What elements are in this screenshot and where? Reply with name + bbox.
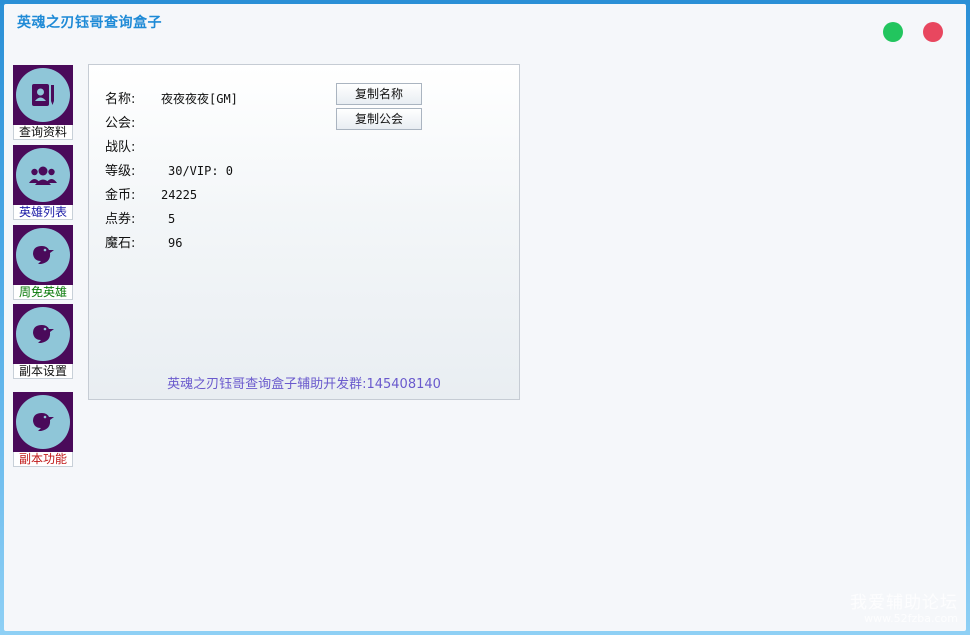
name-label: 名称: (105, 92, 136, 107)
gold-value: 24225 (161, 188, 198, 202)
minimize-button[interactable] (883, 22, 903, 42)
sidebar-item-label: 周免英雄 (13, 285, 73, 300)
app-window: 英魂之刃钰哥查询盒子 查询资料 英雄列表 周免英雄 副本设置 副本功能 名称: … (4, 4, 966, 631)
team-row: 战队: (105, 136, 161, 155)
coupon-row: 点券: 5 (105, 208, 175, 227)
bird-icon (16, 395, 70, 449)
gold-row: 金币: 24225 (105, 184, 197, 203)
level-row: 等级: 30/VIP: 0 (105, 160, 233, 179)
dev-group-footer: 英魂之刃钰哥查询盒子辅助开发群:145408140 (167, 377, 441, 392)
level-value: 30/VIP: 0 (168, 164, 234, 178)
guild-row: 公会: (105, 112, 161, 131)
coupon-value: 5 (168, 212, 176, 226)
name-value: 夜夜夜夜[GM] (161, 92, 238, 106)
forum-watermark: 我爱辅助论坛 www.52fzba.com (850, 594, 958, 625)
watermark-title: 我爱辅助论坛 (850, 593, 958, 614)
team-label: 战队: (105, 140, 136, 155)
sidebar-item-dungeon-functions[interactable]: 副本功能 (13, 392, 73, 467)
bird-icon (16, 307, 70, 361)
close-button[interactable] (923, 22, 943, 42)
sidebar-item-label: 副本设置 (13, 364, 73, 379)
level-label: 等级: (105, 164, 136, 179)
sidebar-item-query-profile[interactable]: 查询资料 (13, 65, 73, 140)
profile-card-icon (16, 68, 70, 122)
magic-stone-label: 魔石: (105, 236, 136, 251)
sidebar-item-label: 查询资料 (13, 125, 73, 140)
window-title: 英魂之刃钰哥查询盒子 (17, 15, 162, 31)
bird-icon (16, 228, 70, 282)
sidebar-item-dungeon-settings[interactable]: 副本设置 (13, 304, 73, 379)
copy-guild-button[interactable]: 复制公会 (336, 108, 422, 130)
sidebar-item-free-heroes[interactable]: 周免英雄 (13, 225, 73, 300)
sidebar-item-hero-list[interactable]: 英雄列表 (13, 145, 73, 220)
guild-label: 公会: (105, 116, 136, 131)
group-users-icon (16, 148, 70, 202)
coupon-label: 点券: (105, 212, 136, 227)
copy-name-button[interactable]: 复制名称 (336, 83, 422, 105)
name-row: 名称: 夜夜夜夜[GM] (105, 88, 238, 107)
sidebar-item-label: 副本功能 (13, 452, 73, 467)
magic-stone-value: 96 (168, 236, 183, 250)
gold-label: 金币: (105, 188, 136, 203)
magic-stone-row: 魔石: 96 (105, 232, 182, 251)
player-info-panel: 名称: 夜夜夜夜[GM] 公会: 战队: 等级: 30/VIP: 0 金币: 2422… (88, 64, 520, 400)
watermark-url: www.52fzba.com (864, 611, 958, 625)
sidebar-item-label: 英雄列表 (13, 205, 73, 220)
